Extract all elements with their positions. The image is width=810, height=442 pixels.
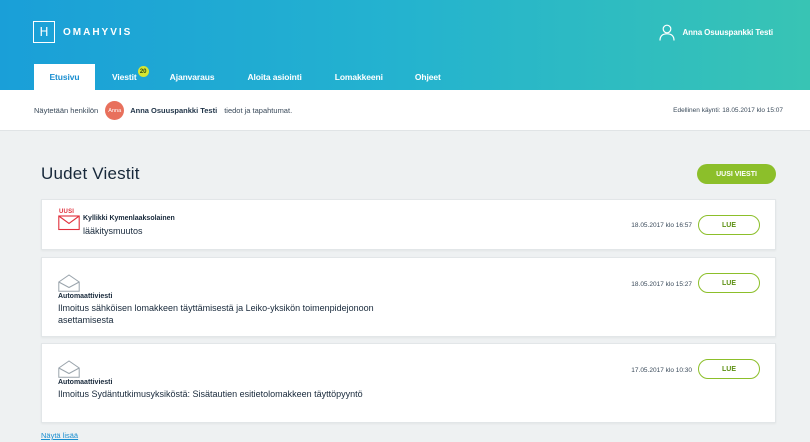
message-date: 17.05.2017 klo 10:30: [631, 367, 692, 374]
message-sender: Automaattiviesti: [58, 379, 113, 386]
tab-label: Ajanvaraus: [169, 72, 215, 82]
message-card[interactable]: UUSI Kyllikki Kymenlaaksolainen lääkitys…: [41, 199, 776, 250]
main-nav: Etusivu Viestit 20 Ajanvaraus Aloita asi…: [34, 64, 455, 90]
tab-viestit[interactable]: Viestit 20: [95, 64, 155, 90]
message-date: 18.05.2017 klo 15:27: [631, 281, 692, 288]
read-button[interactable]: LUE: [698, 273, 760, 293]
message-sender: Automaattiviesti: [58, 293, 113, 300]
message-card[interactable]: Automaattiviesti Ilmoitus sähköisen loma…: [41, 257, 776, 337]
logo-mark: H: [33, 21, 55, 43]
last-visit: Edellinen käynti: 18.05.2017 klo 15:07: [673, 107, 783, 114]
show-more-link[interactable]: Näytä lisää: [41, 431, 78, 440]
person-name: Anna Osuuspankki Testi: [130, 106, 218, 115]
message-subject: lääkitysmuutos: [83, 226, 143, 236]
logo[interactable]: H OMAHYVIS: [33, 21, 132, 43]
person-info-bar: Näytetään henkilön Anna Anna Osuuspankki…: [0, 90, 810, 131]
user-name: Anna Osuuspankki Testi: [682, 28, 773, 37]
tab-aloita-asiointi[interactable]: Aloita asiointi: [232, 64, 319, 90]
message-date: 18.05.2017 klo 16:57: [631, 222, 692, 229]
logo-letter: H: [39, 25, 49, 39]
tab-ohjeet[interactable]: Ohjeet: [399, 64, 455, 90]
new-message-button[interactable]: UUSI VIESTI: [697, 164, 776, 184]
info-prefix: Näytetään henkilön: [34, 106, 99, 115]
avatar: Anna: [105, 101, 125, 120]
logo-text: OMAHYVIS: [63, 26, 133, 38]
message-sender: Kyllikki Kymenlaaksolainen: [83, 215, 175, 222]
app-header: H OMAHYVIS Anna Osuuspankki Testi Etusiv…: [0, 0, 810, 90]
tab-label: Ohjeet: [414, 72, 441, 82]
tab-lomakkeeni[interactable]: Lomakkeeni: [319, 64, 399, 90]
read-button[interactable]: LUE: [698, 215, 760, 235]
tab-label: Etusivu: [49, 72, 80, 82]
unread-count-badge: 20: [137, 66, 149, 77]
info-suffix: tiedot ja tapahtumat.: [224, 106, 293, 115]
message-card[interactable]: Automaattiviesti Ilmoitus Sydäntutkimusy…: [41, 343, 776, 423]
page-title: Uudet Viestit: [41, 164, 140, 183]
tab-label: Aloita asiointi: [247, 72, 302, 82]
tab-label: Viestit: [112, 72, 137, 82]
message-subject: Ilmoitus sähköisen lomakkeen täyttämises…: [58, 303, 374, 325]
envelope-open-icon: [58, 274, 80, 292]
tab-label: Lomakkeeni: [334, 72, 383, 82]
user-menu[interactable]: Anna Osuuspankki Testi: [659, 24, 773, 41]
user-icon: [659, 24, 676, 41]
envelope-open-icon: [58, 360, 80, 378]
tab-ajanvaraus[interactable]: Ajanvaraus: [155, 64, 232, 90]
message-subject: Ilmoitus Sydäntutkimusyksiköstä: Sisätau…: [58, 389, 363, 399]
envelope-new-icon: [58, 215, 80, 231]
person-context: Näytetään henkilön Anna Anna Osuuspankki…: [34, 90, 292, 131]
read-button[interactable]: LUE: [698, 359, 760, 379]
tab-etusivu[interactable]: Etusivu: [34, 64, 95, 90]
